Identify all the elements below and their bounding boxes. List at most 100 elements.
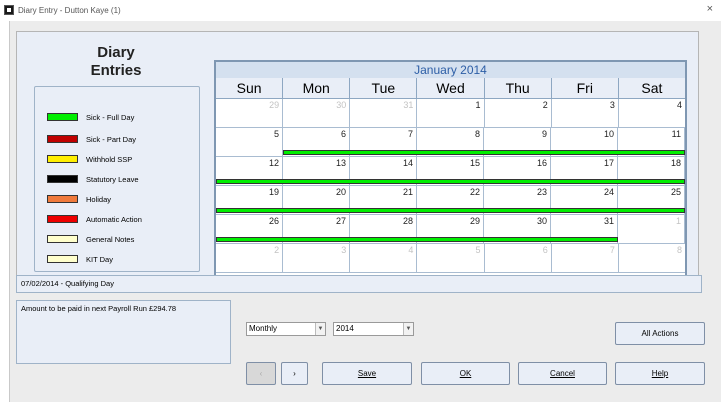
day-number: 1: [675, 216, 681, 226]
cancel-button[interactable]: Cancel: [518, 362, 607, 385]
legend-label: KIT Day: [86, 254, 113, 264]
day-number: 19: [268, 187, 279, 197]
day-number: 5: [273, 129, 279, 139]
save-label: Save: [357, 369, 377, 378]
day-number: 17: [603, 158, 614, 168]
legend-item: Sick - Full Day: [47, 111, 134, 123]
period-select[interactable]: Monthly ▼: [246, 322, 326, 336]
legend-swatch: [47, 155, 78, 163]
day-number: 31: [403, 100, 414, 110]
calendar-day-cell[interactable]: 5: [216, 128, 283, 156]
calendar-day-cell[interactable]: 2: [484, 99, 552, 127]
close-button[interactable]: ×: [707, 3, 713, 15]
day-number: 3: [609, 100, 615, 110]
calendar-day-cell[interactable]: 30: [283, 99, 351, 127]
day-number: 28: [402, 216, 413, 226]
calendar-day-cell[interactable]: 3: [283, 244, 351, 272]
help-button[interactable]: Help: [615, 362, 705, 385]
year-select-value: 2014: [336, 324, 354, 333]
prev-button[interactable]: ‹: [246, 362, 276, 385]
day-header-mon: Mon: [283, 78, 351, 98]
chevron-down-icon[interactable]: ▼: [315, 323, 325, 335]
calendar-day-cell[interactable]: 8: [618, 244, 685, 272]
day-number: 10: [603, 129, 614, 139]
legend-swatch: [47, 175, 78, 183]
day-number: 18: [670, 158, 681, 168]
chevron-left-icon: ‹: [259, 369, 263, 378]
calendar-day-cell[interactable]: 7: [551, 244, 619, 272]
day-number: 21: [402, 187, 413, 197]
legend-item: General Notes: [47, 233, 134, 245]
legend-item: Holiday: [47, 193, 111, 205]
day-header-wed: Wed: [417, 78, 485, 98]
calendar-day-cell[interactable]: 4: [618, 99, 685, 127]
legend-label: Withhold SSP: [86, 154, 133, 164]
sick-full-day-bar[interactable]: [216, 237, 618, 242]
ok-button[interactable]: OK: [421, 362, 510, 385]
legend-label: Automatic Action: [86, 214, 142, 224]
legend-label: Sick - Full Day: [86, 112, 135, 122]
day-number: 23: [536, 187, 547, 197]
day-header-fri: Fri: [552, 78, 619, 98]
day-number: 7: [609, 245, 615, 255]
calendar-day-cell[interactable]: 5: [417, 244, 485, 272]
day-number: 2: [542, 100, 548, 110]
day-number: 14: [402, 158, 413, 168]
day-number: 7: [407, 129, 413, 139]
legend-item: KIT Day: [47, 253, 113, 265]
calendar-day-cell[interactable]: 3: [551, 99, 619, 127]
calendar-week: 12 13 14 15 16 17 18: [216, 157, 685, 186]
legend-item: Automatic Action: [47, 213, 142, 225]
sick-full-day-bar[interactable]: [283, 150, 685, 155]
calendar-day-cell[interactable]: 2: [216, 244, 284, 272]
calendar-title: January 2014: [216, 62, 685, 78]
calendar-day-cell[interactable]: 29: [216, 99, 284, 127]
legend-label: Statutory Leave: [86, 174, 139, 184]
chevron-down-icon[interactable]: ▼: [403, 323, 413, 335]
legend-swatch: [47, 113, 78, 121]
day-header-sat: Sat: [641, 80, 663, 96]
day-number: 5: [475, 245, 481, 255]
calendar: January 2014 Sun Mon Tue Wed Thu Fri Sat 29 30 3…: [214, 60, 687, 279]
day-number: 16: [536, 158, 547, 168]
day-header-sun: Sun: [216, 78, 284, 98]
sick-full-day-bar[interactable]: [216, 208, 685, 213]
day-number: 4: [408, 245, 414, 255]
day-number: 3: [341, 245, 347, 255]
legend-label: Sick - Part Day: [86, 134, 137, 144]
calendar-day-cell[interactable]: 6: [484, 244, 552, 272]
year-select[interactable]: 2014 ▼: [333, 322, 414, 336]
calendar-day-cell[interactable]: 1: [417, 99, 485, 127]
day-number: 6: [340, 129, 346, 139]
legend-swatch: [47, 255, 78, 263]
calendar-week: 19 20 21 22 23 24 25: [216, 186, 685, 215]
day-number: 29: [469, 216, 480, 226]
next-button[interactable]: ›: [281, 362, 308, 385]
day-number: 24: [603, 187, 614, 197]
calendar-day-cell[interactable]: 1: [618, 215, 685, 243]
all-actions-button[interactable]: All Actions: [615, 322, 705, 345]
diary-heading-line1: Diary: [97, 44, 135, 61]
day-number: 13: [335, 158, 346, 168]
calendar-day-header: Sun Mon Tue Wed Thu Fri Sat: [216, 78, 685, 99]
app-icon: [4, 5, 14, 15]
diary-heading-line2: Entries: [90, 62, 142, 79]
help-label: Help: [651, 369, 669, 378]
calendar-week: 2 3 4 5 6 7 8: [216, 244, 685, 273]
day-number: 26: [268, 216, 279, 226]
day-header-thu: Thu: [485, 78, 552, 98]
sick-full-day-bar[interactable]: [216, 179, 685, 184]
day-number: 22: [469, 187, 480, 197]
legend-item: Sick - Part Day: [47, 133, 136, 145]
calendar-day-cell[interactable]: 4: [350, 244, 418, 272]
save-button[interactable]: Save: [322, 362, 412, 385]
day-number: 12: [268, 158, 279, 168]
legend-label: Holiday: [86, 194, 112, 204]
calendar-day-cell[interactable]: 31: [350, 99, 418, 127]
day-number: 9: [541, 129, 547, 139]
legend-label: General Notes: [86, 234, 135, 244]
day-number: 20: [335, 187, 346, 197]
calendar-week: 29 30 31 1 2 3 4: [216, 99, 685, 128]
day-number: 6: [542, 245, 548, 255]
ok-label: OK: [459, 369, 472, 378]
